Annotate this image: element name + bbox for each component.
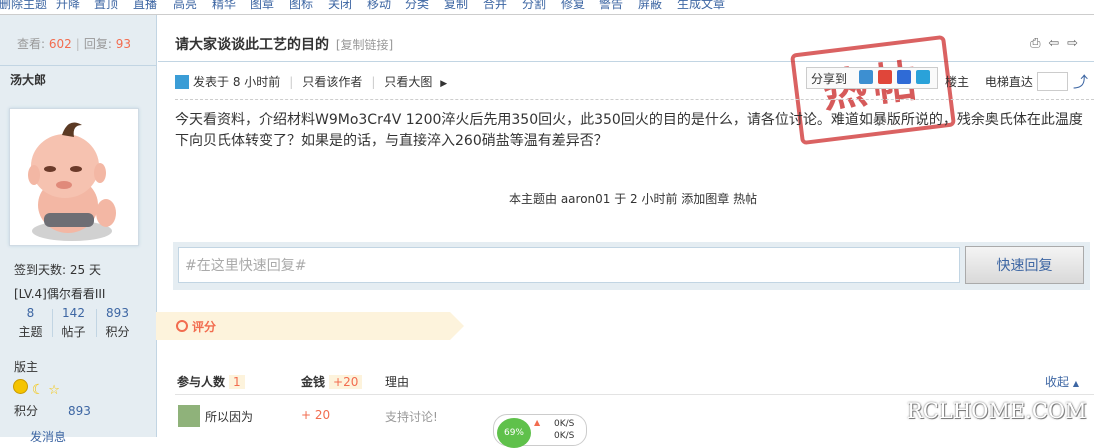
- mod-move[interactable]: 移动: [367, 0, 391, 12]
- mod-live[interactable]: 直播: [133, 0, 157, 12]
- reason-header: 理由: [385, 375, 410, 389]
- moderation-toolbar: 删除主题 升降 置顶 直播 高亮 精华 图章 图标 关闭 移动 分类 复制 合并…: [0, 0, 1094, 15]
- chevron-up-icon: ▲: [1072, 379, 1079, 388]
- quick-reply-button[interactable]: 快速回复: [965, 246, 1084, 284]
- mod-close[interactable]: 关闭: [328, 0, 352, 12]
- post-info: 发表于 8 小时前 | 只看该作者 | 只看大图 ▶: [175, 73, 447, 90]
- arrow-right-icon[interactable]: ▶: [440, 79, 447, 89]
- moderation-note: 本主题由 aaron01 于 2 小时前 添加图章 热帖: [509, 192, 758, 206]
- upload-speed: 0K/S: [554, 419, 575, 429]
- print-icon[interactable]: ⎙: [1030, 36, 1040, 51]
- participants-count: 1: [229, 375, 245, 389]
- mod-repair[interactable]: 修复: [561, 0, 585, 12]
- mod-warn[interactable]: 警告: [599, 0, 623, 12]
- collapse-rating-link[interactable]: 收起 ▲: [1045, 373, 1079, 390]
- download-speed: 0K/S: [554, 431, 575, 441]
- prev-thread-icon[interactable]: ⇦: [1048, 36, 1059, 51]
- next-thread-icon[interactable]: ⇨: [1067, 36, 1078, 51]
- rater-name[interactable]: 所以因为: [205, 408, 253, 425]
- user-counts: 8 主题 142 帖子 893 积分: [9, 306, 139, 344]
- mod-delete[interactable]: 删除主题: [0, 0, 47, 12]
- mod-highlight[interactable]: 高亮: [173, 0, 197, 12]
- moon-icon: ☾: [31, 382, 45, 398]
- only-big-image-link[interactable]: 只看大图: [384, 75, 432, 89]
- watermark: RCLHOME.COM: [907, 399, 1087, 423]
- mod-bump[interactable]: 升降: [56, 0, 80, 12]
- mod-sticky[interactable]: 置顶: [94, 0, 118, 12]
- topics-count[interactable]: 8: [9, 306, 52, 320]
- mod-icon[interactable]: 图标: [289, 0, 313, 12]
- rater-reason: 支持讨论!: [385, 410, 438, 424]
- thread-stats: 查看: 602 | 回复: 93: [17, 37, 131, 51]
- tencent-icon[interactable]: [916, 70, 930, 84]
- rater-money: + 20: [301, 408, 331, 422]
- avatar-image: [28, 122, 116, 241]
- only-author-link[interactable]: 只看该作者: [302, 75, 362, 89]
- go-floor-icon[interactable]: ⤴: [1073, 71, 1088, 92]
- floor-tools: 楼主 电梯直达: [945, 73, 1033, 90]
- thread-title: 请大家谈谈此工艺的目的 [复制链接]: [175, 37, 394, 53]
- author-name[interactable]: 汤大郎: [10, 71, 46, 88]
- weibo-icon[interactable]: [878, 70, 892, 84]
- network-speed-widget[interactable]: 69% ▲ 0K/S 0K/S: [493, 414, 587, 448]
- mod-stamp[interactable]: 图章: [250, 0, 274, 12]
- user-role: 版主: [14, 360, 39, 374]
- share-bar: 分享到: [806, 67, 938, 89]
- rating-label: 评分: [176, 318, 216, 335]
- star-icon: ☆: [48, 383, 60, 398]
- views-count: 602: [48, 37, 72, 51]
- author-sidebar: 查看: 602 | 回复: 93 汤大郎 签到天数: 25 天 [LV.4]偶尔看看…: [0, 15, 157, 444]
- mod-merge[interactable]: 合并: [483, 0, 507, 12]
- money-total: +20: [329, 375, 363, 389]
- floor-label[interactable]: 楼主: [945, 75, 969, 89]
- participants-header: 参与人数 1: [177, 373, 245, 390]
- copy-link[interactable]: [复制链接]: [336, 38, 393, 52]
- post-content: 今天看资料，介绍材料W9Mo3Cr4V 1200淬火后先用350回火，此350回…: [175, 112, 1083, 149]
- mod-digest[interactable]: 精华: [212, 0, 236, 12]
- user-level[interactable]: [LV.4]偶尔看看III: [14, 285, 105, 302]
- qzone-icon[interactable]: [859, 70, 873, 84]
- posts-count[interactable]: 142: [52, 306, 95, 320]
- medal-icons: ☾ ☆: [13, 379, 60, 398]
- mod-ban[interactable]: 屏蔽: [638, 0, 662, 12]
- quick-reply-input[interactable]: #在这里快速回复#: [178, 247, 960, 283]
- rater-avatar[interactable]: [178, 405, 200, 427]
- sun-icon: [13, 379, 28, 394]
- mod-copy[interactable]: 复制: [444, 0, 468, 12]
- jump-label: 电梯直达: [984, 75, 1033, 89]
- floor-jump-input[interactable]: [1037, 72, 1068, 91]
- usage-percent: 69%: [497, 418, 531, 448]
- online-status-icon: [175, 75, 189, 89]
- mod-split[interactable]: 分割: [522, 0, 546, 12]
- avatar[interactable]: [9, 108, 139, 246]
- title-tools: ⎙ ⇦ ⇨: [1026, 36, 1078, 52]
- share-label: 分享到: [811, 72, 848, 86]
- circle-icon: [176, 320, 188, 332]
- signin-days: 签到天数: 25 天: [14, 263, 101, 277]
- money-header: 金钱 +20: [301, 373, 363, 390]
- upload-arrow-icon: ▲: [534, 418, 541, 427]
- post-time: 发表于 8 小时前: [193, 75, 281, 89]
- baidu-icon[interactable]: [897, 70, 911, 84]
- replies-count: 93: [115, 37, 131, 51]
- points-count[interactable]: 893: [96, 306, 139, 320]
- mod-generate-article[interactable]: 生成文章: [677, 0, 725, 12]
- mod-category[interactable]: 分类: [405, 0, 429, 12]
- score: 积分 893: [14, 404, 91, 418]
